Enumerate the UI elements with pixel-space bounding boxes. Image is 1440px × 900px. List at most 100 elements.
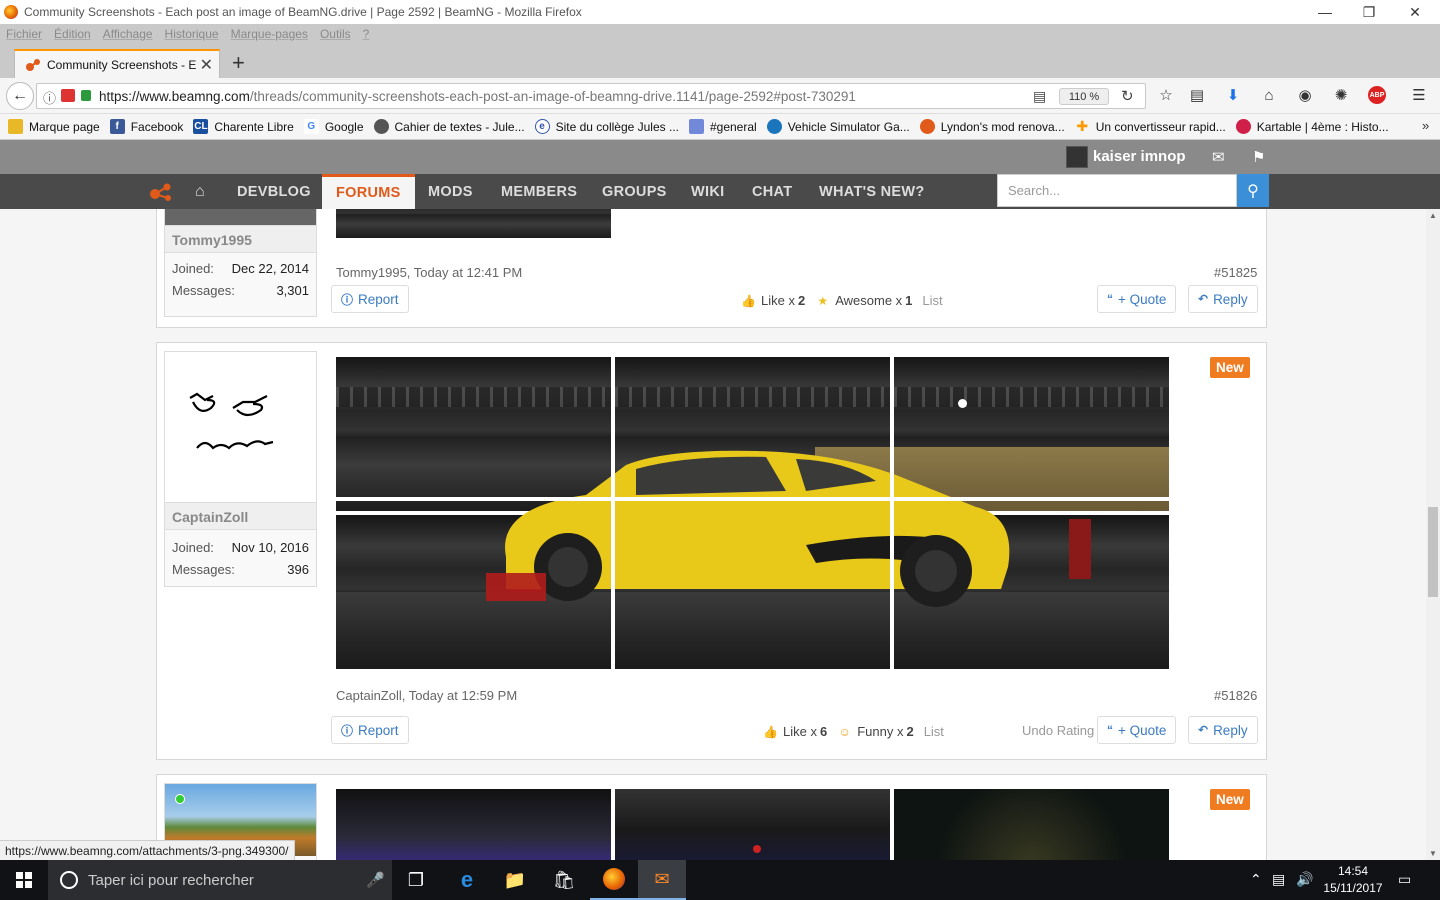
more-bookmarks-icon[interactable]: »: [1422, 118, 1429, 133]
username-link[interactable]: kaiser imnop: [1093, 148, 1186, 165]
action-center-icon[interactable]: ▭: [1398, 871, 1411, 888]
bookmark-site-college[interactable]: e Site du collège Jules ...: [534, 119, 679, 134]
extension-icon[interactable]: ✺: [1332, 86, 1350, 104]
menu-help[interactable]: ?: [363, 27, 370, 41]
quote-button[interactable]: “+ Quote: [1097, 716, 1177, 744]
pocket-icon[interactable]: ◉: [1296, 86, 1314, 104]
report-button[interactable]: ⓘ Report: [331, 716, 409, 744]
undo-rating-link[interactable]: Undo Rating: [1022, 723, 1094, 738]
ratings-list-link[interactable]: List: [922, 293, 942, 308]
post-image-3[interactable]: [894, 789, 1169, 860]
hamburger-menu-icon[interactable]: ☰: [1410, 86, 1428, 104]
edge-icon[interactable]: e: [443, 860, 491, 900]
charente-libre-icon: CL: [193, 119, 209, 134]
nav-members[interactable]: MEMBERS: [501, 174, 577, 209]
bookmark-marque-page[interactable]: Marque page: [8, 119, 100, 134]
bookmark-google[interactable]: G Google: [303, 119, 364, 134]
search-button[interactable]: ⚲: [1237, 174, 1269, 207]
nav-whats-new[interactable]: WHAT'S NEW?: [819, 174, 925, 209]
mail-app-icon[interactable]: ✉: [638, 860, 686, 900]
menu-outils[interactable]: Outils: [320, 27, 351, 41]
menu-historique[interactable]: Historique: [165, 27, 219, 41]
menu-affichage[interactable]: Affichage: [103, 27, 153, 41]
url-bar[interactable]: ⓘ https://www.beamng.com/threads/communi…: [36, 83, 1146, 109]
task-view-icon[interactable]: ❐: [392, 860, 440, 900]
store-icon[interactable]: 🛍: [540, 860, 588, 900]
post-image-2[interactable]: [615, 789, 890, 860]
volume-icon[interactable]: 🔊: [1296, 871, 1313, 888]
taskbar-search[interactable]: Taper ici pour rechercher 🎤: [48, 860, 392, 900]
post-number[interactable]: #51826: [1214, 688, 1257, 703]
home-icon[interactable]: ⌂: [1260, 86, 1278, 104]
firefox-taskbar-icon[interactable]: [590, 860, 638, 900]
info-icon[interactable]: ⓘ: [43, 88, 56, 107]
post-image-1[interactable]: [336, 789, 611, 860]
alerts-flag-icon[interactable]: ⚑: [1252, 148, 1265, 166]
site-search-input[interactable]: Search...: [997, 174, 1237, 207]
inbox-icon[interactable]: ✉: [1212, 148, 1225, 166]
restore-button[interactable]: ❐: [1346, 0, 1392, 24]
close-tab-icon[interactable]: ✕: [200, 55, 213, 75]
bookmark-general[interactable]: #general: [688, 119, 757, 134]
user-avatar[interactable]: [1066, 146, 1088, 168]
bookmark-facebook[interactable]: f Facebook: [109, 119, 183, 134]
kartable-icon: [1235, 119, 1251, 134]
page-scrollbar[interactable]: ▲ ▼: [1426, 209, 1440, 860]
reload-icon[interactable]: ↻: [1121, 87, 1134, 105]
back-button[interactable]: ←: [6, 82, 34, 110]
report-button[interactable]: ⓘ Report: [331, 285, 409, 313]
file-explorer-icon[interactable]: 📁: [491, 860, 539, 900]
camera-blocked-icon[interactable]: [61, 89, 75, 102]
bookmark-convertisseur[interactable]: ✚ Un convertisseur rapid...: [1075, 118, 1225, 134]
network-icon[interactable]: ▤: [1272, 871, 1285, 888]
post-number[interactable]: #51825: [1214, 265, 1257, 280]
library-icon[interactable]: ▤: [1188, 86, 1206, 104]
menu-marque-pages[interactable]: Marque-pages: [231, 27, 308, 41]
nav-wiki[interactable]: WIKI: [691, 174, 724, 209]
start-button[interactable]: [0, 860, 48, 900]
bookmark-vehicle-simulator[interactable]: Vehicle Simulator Ga...: [766, 119, 910, 134]
zoom-indicator[interactable]: 110 %: [1059, 88, 1109, 105]
reader-view-icon[interactable]: ▤: [1033, 88, 1046, 105]
avatar[interactable]: [165, 209, 316, 225]
menu-edition[interactable]: Édition: [54, 27, 91, 41]
nav-mods[interactable]: MODS: [428, 174, 473, 209]
nav-forums[interactable]: FORUMS: [322, 174, 415, 209]
tab-community-screenshots[interactable]: Community Screenshots - E ✕: [14, 49, 220, 78]
nav-devblog[interactable]: DEVBLOG: [237, 174, 311, 209]
nav-chat[interactable]: CHAT: [752, 174, 792, 209]
ratings-list-link[interactable]: List: [924, 724, 944, 739]
home-nav-icon[interactable]: ⌂: [195, 174, 205, 209]
adblock-icon[interactable]: ABP: [1368, 86, 1386, 104]
bookmark-lyndons-mod[interactable]: Lyndon's mod renova...: [919, 119, 1065, 134]
new-tab-button[interactable]: +: [232, 50, 245, 76]
minimize-button[interactable]: —: [1302, 0, 1348, 24]
post-author[interactable]: CaptainZoll: [165, 502, 316, 530]
post-image[interactable]: [336, 209, 611, 238]
microphone-icon[interactable]: 🎤: [366, 871, 385, 889]
bookmark-charente-libre[interactable]: CL Charente Libre: [193, 119, 294, 134]
bookmark-cahier-de-textes[interactable]: Cahier de textes - Jule...: [373, 119, 525, 134]
reply-button[interactable]: ↶ Reply: [1188, 285, 1258, 313]
taskbar-clock[interactable]: 14:54 15/11/2017: [1318, 863, 1388, 897]
quote-button[interactable]: “+ Quote: [1097, 285, 1177, 313]
menu-fichier[interactable]: Fichier: [6, 27, 42, 41]
scroll-up-icon[interactable]: ▲: [1429, 211, 1437, 220]
close-window-button[interactable]: ✕: [1392, 0, 1438, 24]
bookmark-star-icon[interactable]: ☆: [1157, 86, 1175, 104]
reply-button[interactable]: ↶ Reply: [1188, 716, 1258, 744]
online-indicator-icon: [175, 794, 185, 804]
post-meta[interactable]: Tommy1995, Today at 12:41 PM: [336, 265, 522, 280]
avatar[interactable]: [165, 352, 316, 502]
post-51826: CaptainZoll Joined: Nov 10, 2016 Messages…: [156, 342, 1267, 760]
post-meta[interactable]: CaptainZoll, Today at 12:59 PM: [336, 688, 517, 703]
tray-expand-icon[interactable]: ⌃: [1250, 871, 1262, 888]
scrollbar-thumb[interactable]: [1428, 507, 1438, 597]
scroll-down-icon[interactable]: ▼: [1429, 849, 1437, 858]
downloads-icon[interactable]: ⬇: [1224, 86, 1242, 104]
post-author[interactable]: Tommy1995: [165, 225, 316, 253]
beamng-logo-icon[interactable]: [149, 182, 173, 202]
bookmark-kartable[interactable]: Kartable | 4ème : Histo...: [1235, 119, 1389, 134]
url-text[interactable]: https://www.beamng.com/threads/community…: [99, 89, 856, 104]
nav-groups[interactable]: GROUPS: [602, 174, 667, 209]
